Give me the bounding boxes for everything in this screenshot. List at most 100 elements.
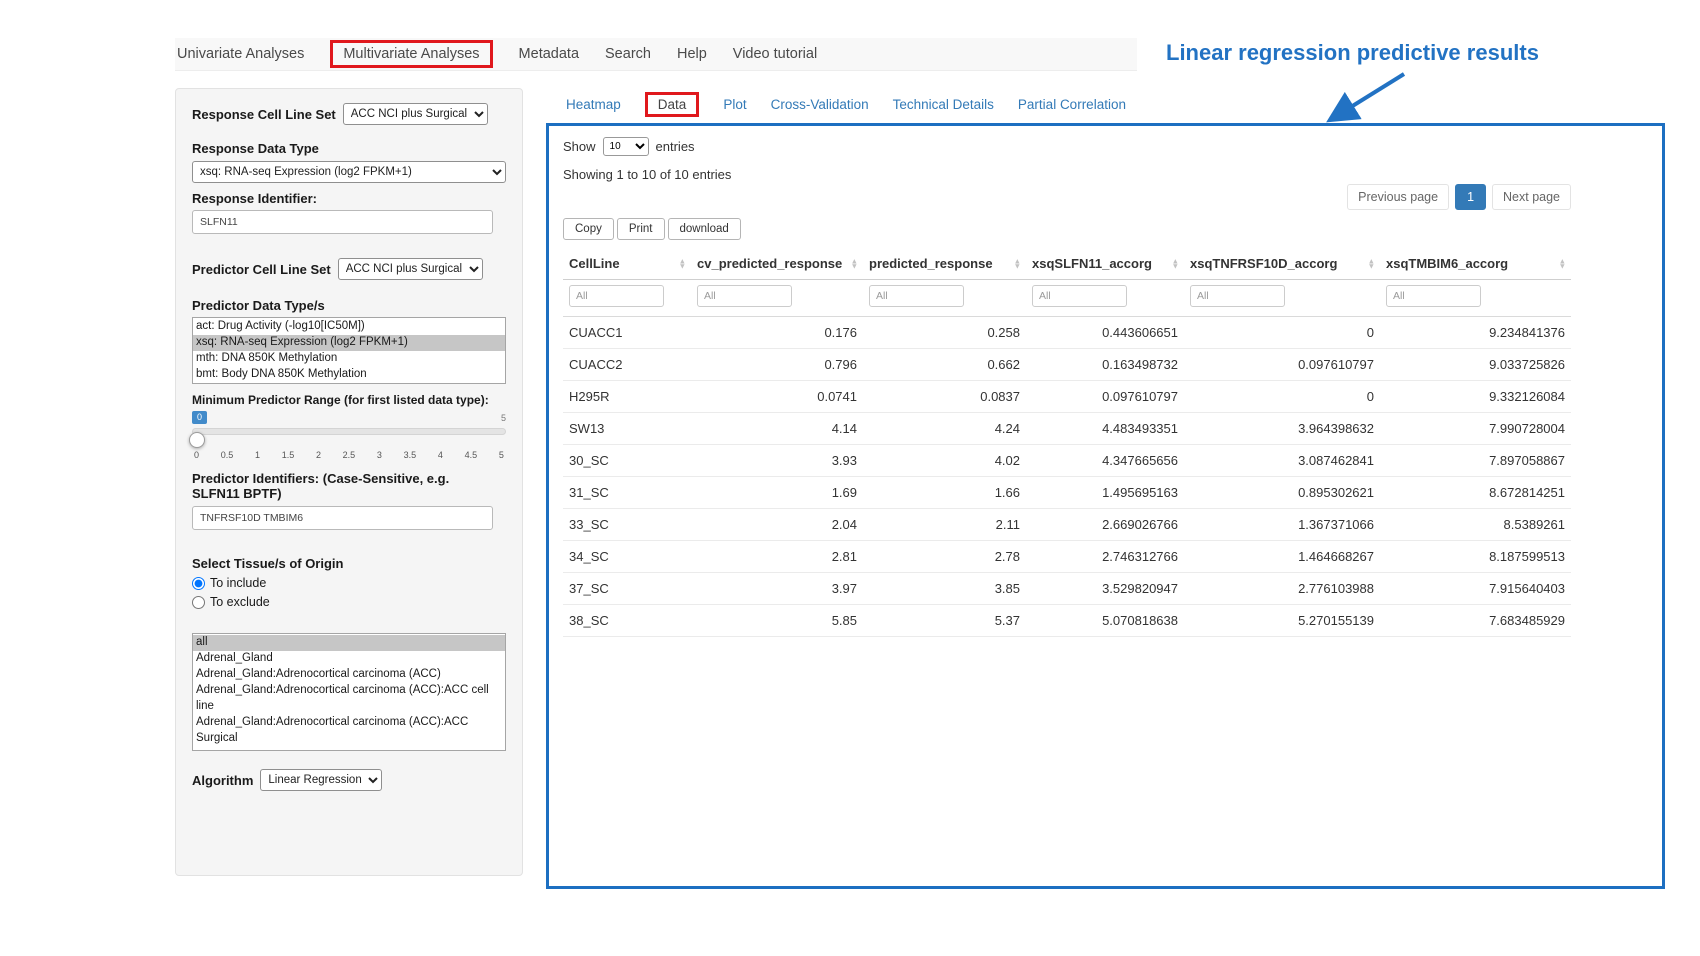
top-nav: Univariate Analyses Multivariate Analyse… — [175, 38, 1137, 71]
table-row[interactable]: CUACC20.7960.6620.1634987320.0976107979.… — [563, 349, 1571, 381]
tab-heatmap[interactable]: Heatmap — [566, 97, 621, 112]
response-data-type-label: Response Data Type — [192, 141, 506, 156]
table-row[interactable]: 30_SC3.934.024.3476656563.0874628417.897… — [563, 445, 1571, 477]
tissue-origin-label: Select Tissue/s of Origin — [192, 556, 506, 571]
column-header-xsqtmbim6[interactable]: xsqTMBIM6_accorg▲▼ — [1380, 248, 1571, 280]
page: Univariate Analyses Multivariate Analyse… — [0, 0, 1700, 956]
slider-max-label: 5 — [501, 413, 506, 423]
table-filter-row — [563, 280, 1571, 317]
tissue-option[interactable]: Adrenal_Gland:Adrenocortical carcinoma (… — [193, 667, 505, 683]
previous-page-button[interactable]: Previous page — [1347, 184, 1449, 210]
tissue-option[interactable]: Adrenal_Gland — [193, 651, 505, 667]
tissue-include-label: To include — [210, 576, 266, 590]
response-identifier-input[interactable] — [192, 210, 493, 234]
column-header-cv-predicted-response[interactable]: cv_predicted_response▲▼ — [691, 248, 863, 280]
filter-input-xsqslfn11[interactable] — [1032, 285, 1127, 307]
response-data-type-select[interactable]: xsq: RNA-seq Expression (log2 FPKM+1) — [192, 161, 506, 183]
table-row[interactable]: CUACC10.1760.2580.44360665109.234841376 — [563, 317, 1571, 349]
filter-input-cellline[interactable] — [569, 285, 664, 307]
results-panel: Show 10 entries Showing 1 to 10 of 10 en… — [546, 123, 1665, 889]
filter-input-xsqtnfrsf10d[interactable] — [1190, 285, 1285, 307]
sidebar-controls-panel: Response Cell Line Set ACC NCI plus Surg… — [175, 88, 523, 876]
minimum-predictor-range-slider: 0 5 0 0.5 1 1.5 2 2.5 3 3.5 4 4.5 5 — [192, 411, 506, 463]
tick-label: 1.5 — [282, 450, 295, 460]
tissue-include-radio[interactable] — [192, 577, 205, 590]
slider-track[interactable] — [192, 428, 506, 435]
tick-label: 1 — [255, 450, 260, 460]
results-table: CellLine▲▼ cv_predicted_response▲▼ predi… — [563, 248, 1571, 637]
export-buttons-row: Copy Print download — [563, 218, 1571, 240]
minimum-predictor-range-label: Minimum Predictor Range (for first liste… — [192, 393, 506, 407]
tissue-exclude-radio[interactable] — [192, 596, 205, 609]
sort-icon[interactable]: ▲▼ — [1172, 258, 1179, 269]
table-row[interactable]: 34_SC2.812.782.7463127661.4646682678.187… — [563, 541, 1571, 573]
response-identifier-label: Response Identifier: — [192, 191, 506, 206]
tab-cross-validation[interactable]: Cross-Validation — [771, 97, 869, 112]
page-number-button[interactable]: 1 — [1455, 184, 1486, 210]
tab-data[interactable]: Data — [645, 92, 700, 117]
nav-item-search[interactable]: Search — [605, 46, 651, 62]
tick-label: 3 — [377, 450, 382, 460]
next-page-button[interactable]: Next page — [1492, 184, 1571, 210]
predictor-data-type-option-selected[interactable]: xsq: RNA-seq Expression (log2 FPKM+1) — [193, 335, 505, 351]
table-row[interactable]: 37_SC3.973.853.5298209472.7761039887.915… — [563, 573, 1571, 605]
print-button[interactable]: Print — [617, 218, 665, 240]
copy-button[interactable]: Copy — [563, 218, 614, 240]
sort-icon[interactable]: ▲▼ — [679, 258, 686, 269]
column-header-predicted-response[interactable]: predicted_response▲▼ — [863, 248, 1026, 280]
nav-item-univariate-analyses[interactable]: Univariate Analyses — [177, 46, 304, 62]
results-tabs: Heatmap Data Plot Cross-Validation Techn… — [566, 95, 1126, 114]
predictor-data-type-option[interactable]: act: Drug Activity (-log10[IC50M]) — [193, 319, 505, 335]
predictor-data-type-option[interactable]: bmt: Body DNA 850K Methylation — [193, 367, 505, 383]
tissue-option-selected[interactable]: all — [193, 635, 505, 651]
slider-value-bubble: 0 — [192, 411, 207, 424]
tick-label: 4.5 — [465, 450, 478, 460]
table-row[interactable]: 38_SC5.855.375.0708186385.2701551397.683… — [563, 605, 1571, 637]
entries-label: entries — [656, 139, 695, 154]
tick-label: 0.5 — [221, 450, 234, 460]
tissue-exclude-label: To exclude — [210, 595, 270, 609]
tab-plot[interactable]: Plot — [723, 97, 746, 112]
tab-technical-details[interactable]: Technical Details — [893, 97, 994, 112]
sort-icon[interactable]: ▲▼ — [1368, 258, 1375, 269]
column-header-xsqtnfrsf10d[interactable]: xsqTNFRSF10D_accorg▲▼ — [1184, 248, 1380, 280]
predictor-identifiers-input[interactable] — [192, 506, 493, 530]
filter-input-xsqtmbim6[interactable] — [1386, 285, 1481, 307]
table-row[interactable]: SW134.144.244.4834933513.9643986327.9907… — [563, 413, 1571, 445]
nav-item-help[interactable]: Help — [677, 46, 707, 62]
download-button[interactable]: download — [668, 218, 741, 240]
table-info-text: Showing 1 to 10 of 10 entries — [563, 167, 1571, 182]
predictor-identifiers-label: Predictor Identifiers: (Case-Sensitive, … — [192, 471, 492, 501]
table-row[interactable]: 31_SC1.691.661.4956951630.8953026218.672… — [563, 477, 1571, 509]
tick-label: 3.5 — [404, 450, 417, 460]
predictor-cell-line-set-label: Predictor Cell Line Set — [192, 262, 331, 277]
tab-partial-correlation[interactable]: Partial Correlation — [1018, 97, 1126, 112]
predictor-cell-line-set-select[interactable]: ACC NCI plus Surgical — [338, 258, 483, 280]
predictor-data-types-label: Predictor Data Type/s — [192, 298, 506, 313]
page-length-select[interactable]: 10 — [603, 137, 649, 156]
tissue-option[interactable]: Adrenal_Gland:Adrenocortical carcinoma (… — [193, 715, 505, 747]
predictor-data-type-option[interactable]: mth: DNA 850K Methylation — [193, 351, 505, 367]
filter-input-cv-predicted-response[interactable] — [697, 285, 792, 307]
nav-item-multivariate-analyses[interactable]: Multivariate Analyses — [330, 40, 492, 68]
column-header-cellline[interactable]: CellLine▲▼ — [563, 248, 691, 280]
tick-label: 2.5 — [343, 450, 356, 460]
response-cell-line-set-select[interactable]: ACC NCI plus Surgical — [343, 103, 488, 125]
filter-input-predicted-response[interactable] — [869, 285, 964, 307]
column-header-xsqslfn11[interactable]: xsqSLFN11_accorg▲▼ — [1026, 248, 1184, 280]
sort-icon[interactable]: ▲▼ — [1559, 258, 1566, 269]
sort-icon[interactable]: ▲▼ — [851, 258, 858, 269]
tick-label: 2 — [316, 450, 321, 460]
sort-icon[interactable]: ▲▼ — [1014, 258, 1021, 269]
nav-item-metadata[interactable]: Metadata — [519, 46, 579, 62]
algorithm-select[interactable]: Linear Regression — [260, 769, 382, 791]
slider-handle[interactable] — [189, 432, 205, 448]
tissue-option[interactable]: Adrenal_Gland:Adrenocortical carcinoma (… — [193, 683, 505, 715]
tick-label: 0 — [194, 450, 199, 460]
table-row[interactable]: 33_SC2.042.112.6690267661.3673710668.538… — [563, 509, 1571, 541]
show-entries-row: Show 10 entries — [563, 137, 1571, 156]
nav-item-video-tutorial[interactable]: Video tutorial — [733, 46, 817, 62]
table-header-row: CellLine▲▼ cv_predicted_response▲▼ predi… — [563, 248, 1571, 280]
algorithm-label: Algorithm — [192, 773, 253, 788]
table-row[interactable]: H295R0.07410.08370.09761079709.332126084 — [563, 381, 1571, 413]
